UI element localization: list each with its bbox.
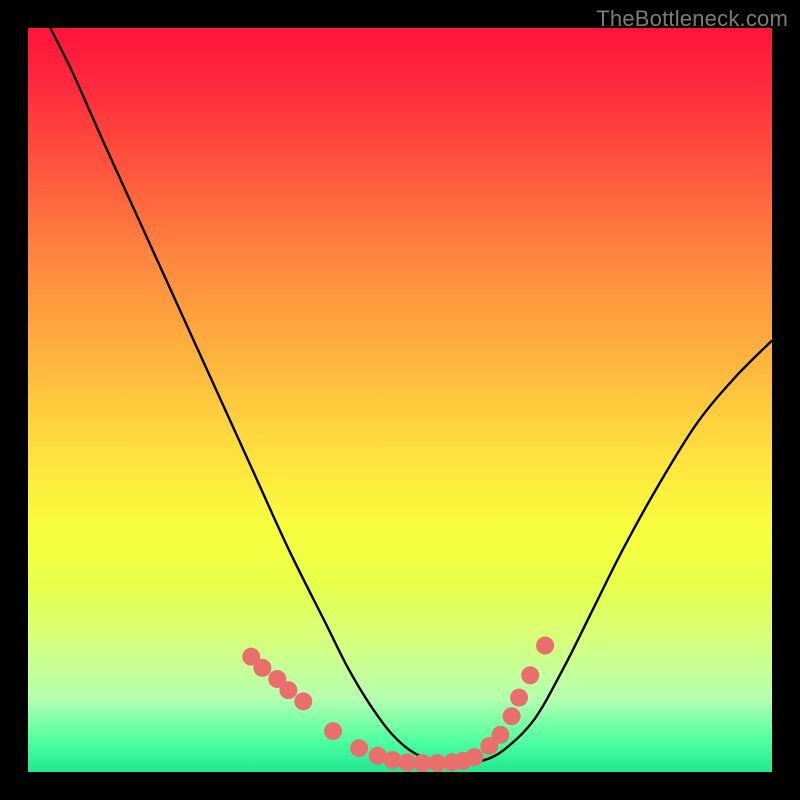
marker-point	[279, 681, 297, 699]
marker-group	[242, 637, 554, 773]
marker-point	[536, 637, 554, 655]
marker-point	[350, 739, 368, 757]
marker-point	[294, 692, 312, 710]
marker-point	[521, 666, 539, 684]
marker-point	[324, 722, 342, 740]
marker-point	[465, 748, 483, 766]
chart-svg	[28, 28, 772, 772]
marker-point	[253, 659, 271, 677]
watermark-text: TheBottleneck.com	[596, 6, 788, 32]
marker-point	[503, 707, 521, 725]
bottleneck-curve	[50, 28, 772, 763]
marker-point	[491, 726, 509, 744]
chart-plot-area	[28, 28, 772, 772]
marker-point	[510, 689, 528, 707]
